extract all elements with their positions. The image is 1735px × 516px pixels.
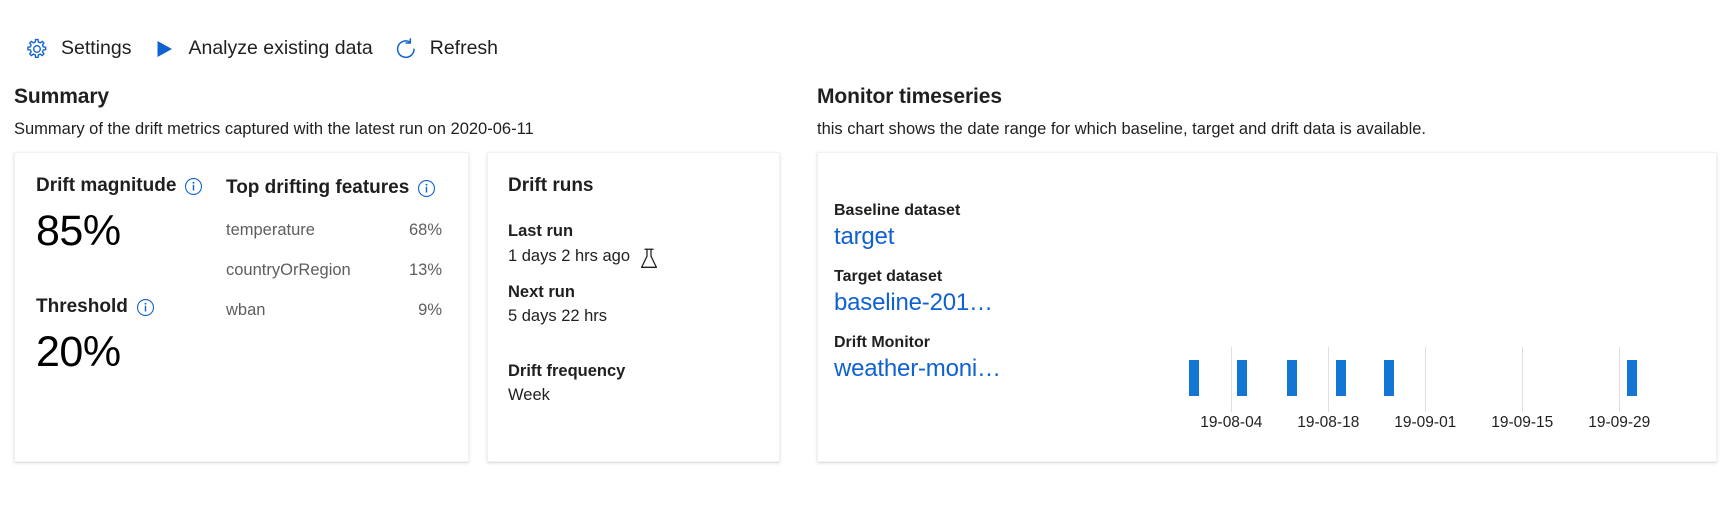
top-drifting-features-info-icon[interactable] bbox=[417, 179, 436, 198]
chart-bar[interactable] bbox=[1335, 360, 1346, 396]
drift-monitor-page: Settings Analyze existing data Refresh S… bbox=[0, 0, 1735, 516]
feature-percent: 9% bbox=[418, 300, 442, 319]
drift-frequency-value: Week bbox=[508, 385, 550, 404]
settings-label: Settings bbox=[61, 37, 132, 60]
x-axis-tick-label: 19-09-15 bbox=[1491, 414, 1554, 431]
refresh-button[interactable]: Refresh bbox=[385, 27, 510, 71]
timeseries-plot: 19-08-04 19-08-18 19-09-01 19-09-15 19-09-29 bbox=[1023, 167, 1706, 461]
chart-bar[interactable] bbox=[1286, 360, 1297, 396]
last-run-value-row: 1 days 2 hrs ago bbox=[508, 244, 759, 271]
drift-magnitude-label-row: Drift magnitude bbox=[36, 175, 226, 198]
drift-magnitude-info-icon[interactable] bbox=[184, 177, 203, 196]
plot-canvas: 19-08-04 19-08-18 19-09-01 19-09-15 19-09-29 bbox=[1023, 167, 1706, 461]
threshold-label: Threshold bbox=[36, 295, 128, 317]
chart-gridline bbox=[1619, 347, 1621, 412]
feature-name: temperature bbox=[226, 220, 315, 239]
chart-gridline bbox=[1231, 347, 1233, 412]
drift-monitor-label: Drift Monitor bbox=[834, 333, 930, 351]
last-run-label: Last run bbox=[508, 221, 574, 240]
x-axis-tick-label: 19-09-01 bbox=[1394, 414, 1457, 431]
last-run-value: 1 days 2 hrs ago bbox=[508, 246, 630, 265]
next-run-label: Next run bbox=[508, 283, 575, 302]
command-bar: Settings Analyze existing data Refresh bbox=[0, 26, 510, 72]
drift-runs-title: Drift runs bbox=[508, 175, 594, 196]
feature-row: temperature 68% bbox=[226, 221, 448, 240]
drift-monitor-link[interactable]: weather-moni… bbox=[834, 355, 1034, 384]
top-drifting-features-column: Top drifting features temperature 68% co bbox=[226, 175, 448, 461]
chart-gridline bbox=[1425, 347, 1427, 412]
timeseries-section-header: Monitor timeseries this chart shows the … bbox=[817, 84, 1717, 141]
feature-percent: 13% bbox=[408, 260, 442, 279]
feature-row: wban 9% bbox=[226, 301, 448, 320]
chart-bar[interactable] bbox=[1627, 360, 1638, 396]
summary-description: Summary of the drift metrics captured wi… bbox=[14, 120, 534, 139]
threshold-label-row: Threshold bbox=[36, 296, 226, 319]
threshold-value: 20% bbox=[36, 327, 121, 376]
analyze-existing-data-label: Analyze existing data bbox=[188, 37, 373, 60]
x-axis-tick-label: 19-08-18 bbox=[1297, 414, 1360, 431]
refresh-icon bbox=[393, 36, 419, 62]
monitor-timeseries-card: Baseline dataset target Target dataset b… bbox=[817, 152, 1717, 462]
x-axis-tick-label: 19-08-04 bbox=[1200, 414, 1263, 431]
threshold-info-icon[interactable] bbox=[136, 298, 155, 317]
timeseries-description: this chart shows the date range for whic… bbox=[817, 120, 1427, 139]
baseline-dataset-label: Baseline dataset bbox=[834, 202, 961, 219]
drift-metrics-column: Drift magnitude 85% Threshold 20% bbox=[36, 175, 226, 461]
top-drifting-features-label-row: Top drifting features bbox=[226, 177, 448, 200]
target-dataset-link[interactable]: baseline-201… bbox=[834, 289, 1034, 318]
chart-gridline bbox=[1328, 347, 1330, 412]
chart-bar[interactable] bbox=[1188, 360, 1199, 396]
chart-legend: Baseline dataset target Target dataset b… bbox=[834, 201, 1034, 384]
flask-icon bbox=[638, 247, 660, 271]
gear-icon bbox=[24, 36, 50, 62]
drift-magnitude-value: 85% bbox=[36, 206, 121, 255]
top-drifting-features-label: Top drifting features bbox=[226, 177, 410, 198]
timeseries-title: Monitor timeseries bbox=[817, 85, 1002, 108]
chart-bar[interactable] bbox=[1384, 360, 1395, 396]
chart-bar[interactable] bbox=[1237, 360, 1248, 396]
refresh-label: Refresh bbox=[429, 37, 499, 60]
feature-row: countryOrRegion 13% bbox=[226, 261, 448, 280]
x-axis-tick-label: 19-09-29 bbox=[1588, 414, 1651, 431]
feature-name: wban bbox=[226, 300, 266, 319]
chart-gridline bbox=[1522, 347, 1524, 412]
target-dataset-label: Target dataset bbox=[834, 267, 943, 285]
drift-magnitude-label: Drift magnitude bbox=[36, 175, 177, 196]
feature-name: countryOrRegion bbox=[226, 260, 351, 279]
drift-metrics-card: Drift magnitude 85% Threshold 20% Top dr… bbox=[14, 152, 469, 462]
feature-percent: 68% bbox=[408, 220, 442, 239]
settings-button[interactable]: Settings bbox=[16, 27, 143, 71]
next-run-value: 5 days 22 hrs bbox=[508, 307, 608, 326]
baseline-dataset-link[interactable]: target bbox=[834, 223, 1034, 252]
summary-title: Summary bbox=[14, 85, 110, 108]
drift-frequency-label: Drift frequency bbox=[508, 361, 626, 380]
play-triangle-icon bbox=[151, 36, 177, 62]
drift-runs-card: Drift runs Last run 1 days 2 hrs ago Nex… bbox=[487, 152, 780, 462]
analyze-existing-data-button[interactable]: Analyze existing data bbox=[143, 27, 384, 71]
summary-section-header: Summary Summary of the drift metrics cap… bbox=[14, 84, 804, 141]
